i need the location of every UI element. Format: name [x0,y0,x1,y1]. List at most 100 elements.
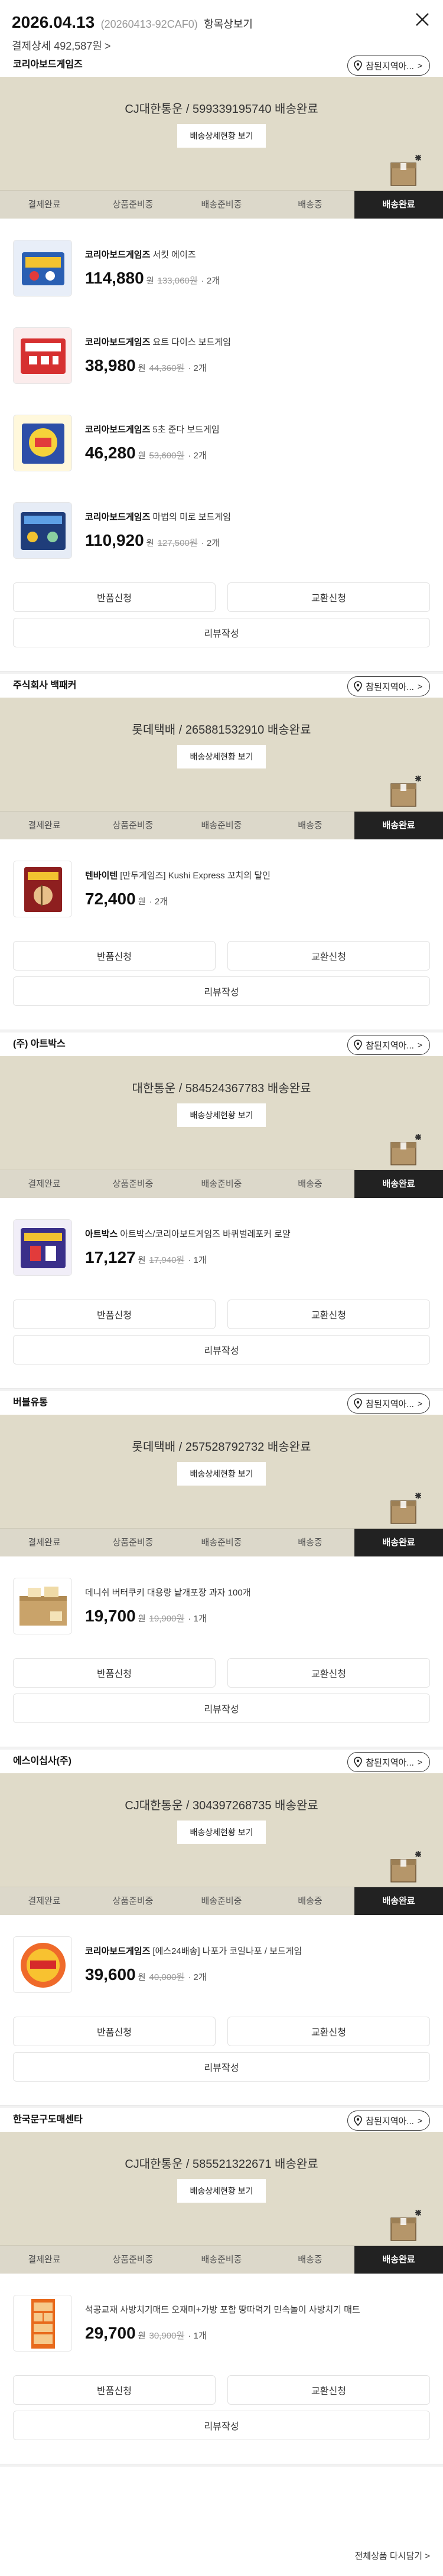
item-quantity: · 2개 [198,538,220,548]
tracking-info: 롯데택배 / 257528792732 배송완료 [132,1441,311,1454]
item-quantity: · 2개 [185,363,207,373]
product-thumbnail[interactable] [13,861,72,917]
price-line: 38,980 원 44,360원 · 2개 [85,356,430,375]
review-button[interactable]: 리뷰작성 [13,2411,430,2440]
tracking-detail-button[interactable]: 배송상세현황 보기 [177,124,266,148]
order-detail-link[interactable]: 항목상보기 [204,18,253,30]
return-button[interactable]: 반품신청 [13,2375,216,2405]
item-list: 텐바이텐 [만두게임즈] Kushi Express 꼬치의 달인 72,400 원 … [0,839,443,927]
order-item[interactable]: 텐바이텐 [만두게임즈] Kushi Express 꼬치의 달인 72,400 원 … [13,839,430,927]
product-thumbnail[interactable] [13,502,72,559]
delivery-step: 배송완료 [354,1887,443,1915]
tracking-detail-button[interactable]: 배송상세현황 보기 [177,1103,266,1127]
order-item[interactable]: 데니쉬 버터쿠키 대용량 낱개포장 과자 100개 19,700 원 19,900원 … [13,1556,430,1644]
order-item[interactable]: 아트박스 아트박스/코리아보드게임즈 바퀴벌레포커 로얄 17,127 원 17,940… [13,1198,430,1285]
product-price: 19,700 [85,1607,136,1625]
product-title[interactable]: 코리아보드게임즈 5초 준다 보드게임 [85,423,430,435]
review-button[interactable]: 리뷰작성 [13,976,430,1006]
tracking-detail-button[interactable]: 배송상세현황 보기 [177,1462,266,1486]
return-button[interactable]: 반품신청 [13,2017,216,2046]
tracking-detail-button[interactable]: 배송상세현황 보기 [177,745,266,768]
exchange-button[interactable]: 교환신청 [227,1300,430,1329]
product-thumbnail[interactable] [13,1219,72,1276]
product-title[interactable]: 코리아보드게임즈 요트 다이스 보드게임 [85,336,430,348]
order-item[interactable]: 코리아보드게임즈 [에스24배송] 나포가 코일나포 / 보드게임 39,600 원 4… [13,1915,430,2002]
store-location-button[interactable]: 참된지역아... > [347,1752,430,1772]
payment-detail-link[interactable]: 결제상세 492,587원 > [12,38,431,53]
store-location-button[interactable]: 참된지역아... > [347,56,430,76]
exchange-button[interactable]: 교환신청 [227,1658,430,1688]
review-button[interactable]: 리뷰작성 [13,1694,430,1723]
order-item[interactable]: 코리아보드게임즈 요트 다이스 보드게임 38,980 원 44,360원 · 2개 [13,306,430,393]
delivery-steps: 결제완료 상품준비중 배송준비중 배송중 배송완료 [0,1528,443,1556]
price-line: 46,280 원 53,600원 · 2개 [85,444,430,463]
store-location-button[interactable]: 참된지역아... > [347,1035,430,1055]
order-header: 2026.04.13 (20260413-92CAF0) 항목상보기 결제상세 … [0,0,443,53]
tracking-detail-button[interactable]: 배송상세현황 보기 [177,1821,266,1844]
item-quantity: · 2개 [185,1972,207,1982]
return-button[interactable]: 반품신청 [13,582,216,612]
shop-list: 코리아보드게임즈 참된지역아... > CJ대한통운 / 59933919574… [0,53,443,2467]
product-thumbnail[interactable] [13,1578,72,1634]
product-title[interactable]: 데니쉬 버터쿠키 대용량 낱개포장 과자 100개 [85,1586,430,1598]
store-location-button[interactable]: 참된지역아... > [347,2111,430,2131]
original-price: 30,900원 [149,2331,185,2341]
original-price: 19,900원 [149,1614,185,1624]
exchange-button[interactable]: 교환신청 [227,2375,430,2405]
product-name: 서킷 에이즈 [152,250,196,260]
product-thumbnail[interactable] [13,415,72,471]
order-number: (20260413-92CAF0) [100,18,198,30]
review-button[interactable]: 리뷰작성 [13,1335,430,1364]
item-info: 텐바이텐 [만두게임즈] Kushi Express 꼬치의 달인 72,400 원 … [85,869,430,908]
currency-unit: 원 [138,1614,146,1623]
review-button[interactable]: 리뷰작성 [13,618,430,647]
close-icon[interactable] [415,12,430,27]
store-location-button[interactable]: 참된지역아... > [347,1393,430,1414]
currency-unit: 원 [138,451,146,460]
order-item[interactable]: 코리아보드게임즈 서킷 에이즈 114,880 원 133,060원 · 2개 [13,219,430,306]
product-title[interactable]: 아트박스 아트박스/코리아보드게임즈 바퀴벌레포커 로얄 [85,1227,430,1240]
reorder-all-link[interactable]: 전체상품 다시담기 > [355,2549,431,2562]
location-pin-icon [354,1040,363,1050]
product-thumbnail[interactable] [13,1936,72,1993]
product-thumbnail[interactable] [13,2295,72,2352]
product-title[interactable]: 코리아보드게임즈 서킷 에이즈 [85,248,430,260]
return-button[interactable]: 반품신청 [13,941,216,971]
delivery-step: 배송완료 [354,812,443,839]
product-title[interactable]: 코리아보드게임즈 [에스24배송] 나포가 코일나포 / 보드게임 [85,1945,430,1957]
price-line: 17,127 원 17,940원 · 1개 [85,1248,430,1267]
product-title[interactable]: 석공교재 사방치기매트 오재미+가방 포함 땅따먹기 민속놀이 사방치기 매트 [85,2303,430,2316]
chevron-right-icon: > [104,40,111,52]
tracking-detail-button[interactable]: 배송상세현황 보기 [177,2179,266,2203]
store-location-button[interactable]: 참된지역아... > [347,676,430,696]
location-pin-icon [354,681,363,692]
item-list: 석공교재 사방치기매트 오재미+가방 포함 땅따먹기 민속놀이 사방치기 매트 2… [0,2274,443,2361]
shop-name: 코리아보드게임즈 [13,60,83,70]
order-item[interactable]: 석공교재 사방치기매트 오재미+가방 포함 땅따먹기 민속놀이 사방치기 매트 2… [13,2274,430,2361]
product-thumbnail[interactable] [13,327,72,384]
delivery-step: 배송준비중 [201,820,242,831]
delivery-step: 배송중 [298,1896,323,1906]
currency-unit: 원 [146,276,154,285]
shop-name: 에스이십사(주) [13,1756,71,1766]
original-price: 53,600원 [149,451,185,461]
review-button[interactable]: 리뷰작성 [13,2052,430,2082]
shop-header: 버블유통 참된지역아... > [0,1391,443,1415]
shop-header: 주식회사 백패커 참된지역아... > [0,674,443,698]
exchange-button[interactable]: 교환신청 [227,941,430,971]
return-button[interactable]: 반품신청 [13,1658,216,1688]
exchange-button[interactable]: 교환신청 [227,582,430,612]
exchange-button[interactable]: 교환신청 [227,2017,430,2046]
tracking-panel: 대한통운 / 584524367783 배송완료 배송상세현황 보기 결제완료 상… [0,1056,443,1198]
order-actions: 반품신청 교환신청 리뷰작성 [0,927,443,1006]
order-item[interactable]: 코리아보드게임즈 마법의 미로 보드게임 110,920 원 127,500원 · 2개 [13,481,430,568]
product-title[interactable]: 코리아보드게임즈 마법의 미로 보드게임 [85,510,430,523]
item-info: 코리아보드게임즈 [에스24배송] 나포가 코일나포 / 보드게임 39,600 원 4… [85,1945,430,1984]
shop-name: 버블유통 [13,1398,48,1408]
product-thumbnail[interactable] [13,240,72,297]
product-name: 5초 준다 보드게임 [152,425,220,435]
product-title[interactable]: 텐바이텐 [만두게임즈] Kushi Express 꼬치의 달인 [85,869,430,881]
return-button[interactable]: 반품신청 [13,1300,216,1329]
product-price: 17,127 [85,1248,136,1266]
order-item[interactable]: 코리아보드게임즈 5초 준다 보드게임 46,280 원 53,600원 · 2개 [13,393,430,481]
